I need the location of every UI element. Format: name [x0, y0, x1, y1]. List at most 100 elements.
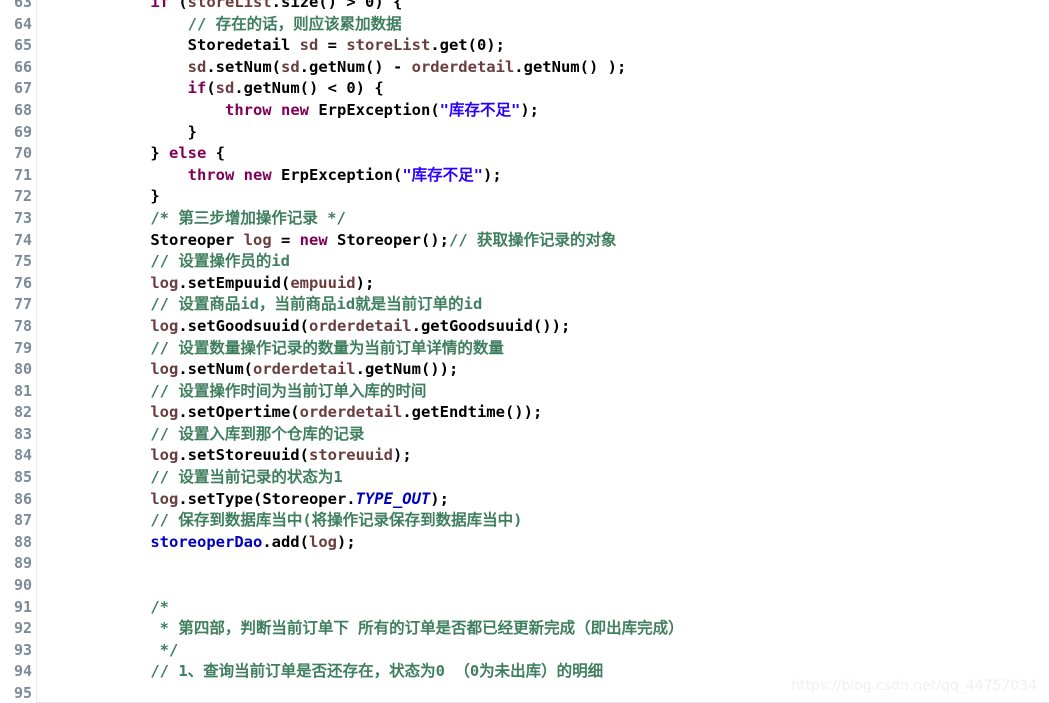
code-token-plain: Storeoper [113, 230, 244, 249]
code-token-local: sd [187, 57, 207, 76]
code-line: log.setNum(orderdetail.getNum()); [113, 359, 684, 381]
line-number: 80 [13, 360, 32, 379]
code-token-plain: ErpException( [309, 100, 440, 119]
code-line: log.setGoodsuuid(orderdetail.getGoodsuui… [113, 316, 684, 338]
line-number: 73 [13, 208, 32, 227]
code-token-plain: .size() > [271, 0, 365, 11]
line-number: 88 [13, 532, 32, 551]
line-number: 63 [13, 0, 32, 11]
code-line [113, 575, 684, 597]
code-token-local: log [150, 316, 179, 335]
code-editor[interactable]: 63 64 65 66 67 68 69 70 71 72 73 74 75 76 77 78 79 80 81 82… [0, 0, 1049, 703]
line-number: 66 [13, 57, 32, 76]
code-token-kw: new [299, 230, 328, 249]
code-line: /* 第三步增加操作记录 */ [113, 208, 684, 230]
code-token-local: storeList [187, 0, 272, 11]
code-line: Storeoper log = new Storeoper();// 获取操作记… [113, 230, 684, 252]
code-token-plain: .get(0); [430, 36, 505, 55]
code-token-plain: .getNum()); [355, 360, 459, 379]
code-line: // 设置当前记录的状态为1 [113, 467, 684, 489]
code-token-plain: ); [392, 446, 412, 465]
line-number: 79 [13, 338, 32, 357]
code-token-local: sd [280, 57, 300, 76]
code-token-plain: = [271, 230, 300, 249]
code-line: log.setType(Storeoper.TYPE_OUT); [113, 489, 684, 511]
code-token-plain: ); [336, 532, 356, 551]
code-token-local: log [150, 360, 179, 379]
code-token-cmt: // 设置入库到那个仓库的记录 [113, 424, 365, 443]
line-number: 77 [13, 295, 32, 314]
code-token-plain: .add( [262, 532, 309, 551]
code-line: throw new ErpException("库存不足"); [113, 100, 684, 122]
code-line: // 设置入库到那个仓库的记录 [113, 424, 684, 446]
code-token-local: log [150, 273, 179, 292]
line-number: 84 [13, 446, 32, 465]
code-line: log.setEmpuuid(empuuid); [113, 273, 684, 295]
code-token-local: log [308, 532, 337, 551]
code-token-cmt: */ [113, 640, 179, 659]
line-number: 95 [13, 684, 32, 702]
code-token-local: log [150, 403, 179, 422]
code-token-plain: .setNum( [206, 57, 281, 76]
code-token-kw: else [169, 144, 207, 163]
code-line: // 存在的话，则应该累加数据 [113, 14, 684, 36]
line-number: 93 [13, 640, 32, 659]
code-token-plain: 0 [365, 0, 375, 11]
code-line: // 设置商品id，当前商品id就是当前订单的id [113, 294, 684, 316]
code-token-plain: { [206, 144, 225, 163]
code-text-area[interactable]: if (storeList.size() > 0) { // 存在的话，则应该累… [37, 0, 1049, 703]
code-token-plain: } [113, 144, 169, 163]
code-token-plain: ( [206, 79, 216, 98]
code-token-plain: ); [520, 100, 539, 119]
code-line: /* [113, 597, 684, 619]
code-token-plain: .getNum() - [299, 57, 412, 76]
line-number: 64 [13, 14, 32, 33]
code-token-local: orderdetail [252, 360, 356, 379]
code-token-plain: .getNum() < 0) { [234, 79, 384, 98]
code-line: } else { [113, 143, 684, 165]
line-number: 86 [13, 489, 32, 508]
code-token-plain: .getGoodsuuid()); [411, 316, 571, 335]
code-token-plain: } [113, 122, 197, 141]
code-token-plain: .getNum() ); [514, 57, 627, 76]
line-number: 65 [13, 36, 32, 55]
line-number: 74 [13, 230, 32, 249]
code-token-local: orderdetail [308, 316, 412, 335]
code-line: // 设置操作员的id [113, 251, 684, 273]
code-token-local: sd [215, 79, 235, 98]
code-line: * 第四部，判断当前订单下 所有的订单是否都已经更新完成（即出库完成） [113, 618, 684, 640]
code-line: log.setStoreuuid(storeuuid); [113, 445, 684, 467]
line-number: 82 [13, 403, 32, 422]
code-token-plain: .getEndtime()); [402, 403, 543, 422]
code-line-list: if (storeList.size() > 0) { // 存在的话，则应该累… [37, 0, 684, 683]
code-token-local: storeuuid [308, 446, 393, 465]
code-token-plain: } [113, 187, 160, 206]
line-number-gutter: 63 64 65 66 67 68 69 70 71 72 73 74 75 76 77 78 79 80 81 82… [0, 0, 37, 703]
code-line: throw new ErpException("库存不足"); [113, 165, 684, 187]
code-token-kw: throw [187, 165, 235, 184]
code-token-cmt: // 保存到数据库当中(将操作记录保存到数据库当中) [113, 511, 523, 530]
line-number: 85 [13, 468, 32, 487]
code-line: if (storeList.size() > 0) { [113, 0, 684, 14]
code-token-str: "库存不足" [402, 165, 483, 184]
code-line: // 设置数量操作记录的数量为当前订单详情的数量 [113, 338, 684, 360]
code-token-local: sd [299, 36, 319, 55]
code-token-cmt: // 设置商品id，当前商品id就是当前订单的id [113, 295, 483, 314]
code-token-plain: Storeoper(); [327, 230, 449, 249]
line-number: 75 [13, 252, 32, 271]
code-token-plain: ) { [374, 0, 403, 11]
line-number: 68 [13, 100, 32, 119]
line-number: 81 [13, 381, 32, 400]
code-token-local: log [150, 489, 179, 508]
code-token-plain: .setType(Storeoper. [178, 489, 356, 508]
